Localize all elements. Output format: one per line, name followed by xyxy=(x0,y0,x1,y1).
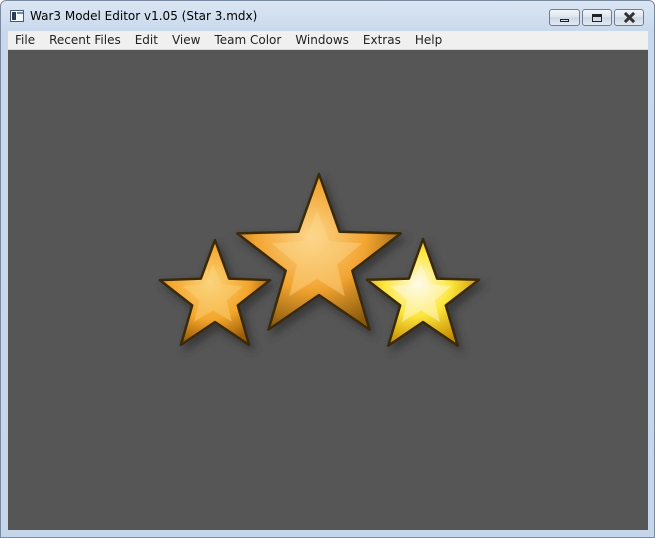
center-star xyxy=(235,172,409,338)
maximize-button[interactable] xyxy=(582,9,612,26)
menu-team-color[interactable]: Team Color xyxy=(207,31,288,49)
right-star xyxy=(365,237,487,354)
minimize-icon xyxy=(560,18,569,22)
menu-windows[interactable]: Windows xyxy=(288,31,356,49)
menu-view[interactable]: View xyxy=(165,31,207,49)
window-title: War3 Model Editor v1.05 (Star 3.mdx) xyxy=(30,9,258,23)
maximize-icon xyxy=(592,13,602,22)
menu-help[interactable]: Help xyxy=(408,31,449,49)
stars-model xyxy=(158,172,487,354)
app-icon[interactable] xyxy=(10,10,24,22)
close-button[interactable] xyxy=(614,9,644,26)
menu-extras[interactable]: Extras xyxy=(356,31,408,49)
menu-bar: File Recent Files Edit View Team Color W… xyxy=(8,31,648,50)
app-window: War3 Model Editor v1.05 (Star 3.mdx) Fil… xyxy=(0,0,655,538)
viewport-canvas xyxy=(158,172,487,354)
menu-recent-files[interactable]: Recent Files xyxy=(42,31,128,49)
menu-edit[interactable]: Edit xyxy=(128,31,165,49)
title-bar[interactable]: War3 Model Editor v1.05 (Star 3.mdx) xyxy=(1,1,654,31)
menu-file[interactable]: File xyxy=(8,31,42,49)
minimize-button[interactable] xyxy=(549,9,580,26)
model-viewport[interactable] xyxy=(8,50,648,530)
left-star xyxy=(158,238,278,354)
close-icon xyxy=(624,12,635,23)
